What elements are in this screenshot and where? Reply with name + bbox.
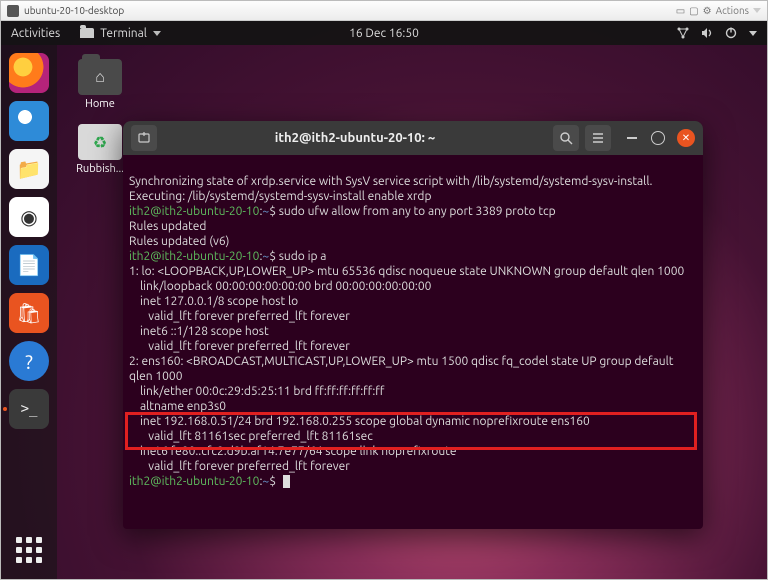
app-menu[interactable]: Terminal [80,27,161,40]
dock-rhythmbox[interactable]: ◉ [9,197,49,237]
vm-actions-caret-icon[interactable] [753,8,761,13]
vm-btn-3-icon[interactable]: ⚙ [703,5,712,17]
hamburger-menu-button[interactable] [585,125,611,151]
terminal-window: ith2@ith2-ubuntu-20-10: ~ ✕ Synchronizin… [123,121,703,529]
line: Rules updated (v6) [129,235,229,248]
volume-icon[interactable] [701,27,713,39]
search-button[interactable] [553,125,579,151]
home-label: Home [85,98,115,110]
gnome-topbar: Activities Terminal 16 Dec 16:50 [1,21,767,45]
new-tab-icon [137,131,151,145]
search-icon [559,131,573,145]
dock-firefox[interactable] [9,53,49,93]
line: Executing: /lib/systemd/systemd-sysv-ins… [129,190,431,203]
line: link/ether 00:0c:29:d5:25:11 brd ff:ff:f… [129,385,384,398]
minimize-button[interactable] [625,131,639,145]
tray-caret-icon[interactable] [749,31,757,36]
new-tab-button[interactable] [131,125,157,151]
command: sudo ip a [276,250,326,263]
trash-label: Rubbish... [76,163,124,175]
prompt-userhost: ith2@ith2-ubuntu-20-10 [129,205,259,218]
line: inet6 fe80::cfc2:d9b:af14:7e77/64 scope … [129,445,457,458]
power-icon[interactable] [725,27,737,39]
line: valid_lft forever preferred_lft forever [129,460,350,473]
line: inet6 ::1/128 scope host [129,325,269,338]
dock-files[interactable]: 📁 [9,149,49,189]
line: Synchronizing state of xrdp.service with… [129,175,652,188]
line: valid_lft 81161sec preferred_lft 81161se… [129,430,373,443]
terminal-app-icon [80,28,94,38]
ubuntu-desktop: Activities Terminal 16 Dec 16:50 📁 ◉ 📄 🛍… [1,21,767,579]
home-folder[interactable]: ⌂ Home [71,59,129,110]
line: link/loopback 00:00:00:00:00:00 brd 00:0… [129,280,431,293]
vm-btn-2-icon[interactable]: ▢ [689,5,698,17]
activities-button[interactable]: Activities [11,27,60,40]
line: inet 192.168.0.51/24 brd 192.168.0.255 s… [129,415,590,428]
vm-icon [7,5,19,17]
prompt-userhost: ith2@ith2-ubuntu-20-10 [129,475,259,488]
line: 1: lo: <LOOPBACK,UP,LOWER_UP> mtu 65536 … [129,265,684,278]
line: 2: ens160: <BROADCAST,MULTICAST,UP,LOWER… [129,355,676,383]
vm-window: ubuntu-20-10-desktop ▭ ▢ ⚙ Actions Activ… [0,0,768,580]
dock-help[interactable]: ? [9,341,49,381]
line: inet 127.0.0.1/8 scope host lo [129,295,298,308]
terminal-headerbar[interactable]: ith2@ith2-ubuntu-20-10: ~ ✕ [123,121,703,155]
cursor [283,475,290,488]
dock-ubuntu-software[interactable]: 🛍 [9,293,49,333]
hamburger-icon [591,131,605,145]
prompt-userhost: ith2@ith2-ubuntu-20-10 [129,250,259,263]
line: valid_lft forever preferred_lft forever [129,340,350,353]
system-tray[interactable] [677,27,757,39]
dock-thunderbird[interactable] [9,101,49,141]
maximize-button[interactable] [651,131,665,145]
command: sudo ufw allow from any to any port 3389… [276,205,556,218]
terminal-title: ith2@ith2-ubuntu-20-10: ~ [163,131,547,145]
trash-icon: ♻ [78,124,122,160]
dock-terminal[interactable]: >_ [9,389,49,429]
home-icon: ⌂ [78,59,122,95]
line: altname enp3s0 [129,400,226,413]
app-menu-label: Terminal [100,27,147,40]
vm-titlebar[interactable]: ubuntu-20-10-desktop ▭ ▢ ⚙ Actions [1,1,767,21]
show-applications-button[interactable] [12,533,46,567]
terminal-body[interactable]: Synchronizing state of xrdp.service with… [123,155,703,529]
vm-actions-label[interactable]: Actions [716,5,749,16]
vm-btn-1-icon[interactable]: ▭ [676,5,685,17]
desktop-icons: ⌂ Home ♻ Rubbish... [71,59,129,175]
vm-title-text: ubuntu-20-10-desktop [24,5,124,16]
line: Rules updated [129,220,206,233]
close-button[interactable]: ✕ [677,129,695,147]
vm-toolbar: ▭ ▢ ⚙ Actions [676,5,761,17]
network-icon[interactable] [677,27,689,39]
dock: 📁 ◉ 📄 🛍 ? >_ [1,45,57,579]
chevron-down-icon [153,31,161,36]
dock-libreoffice-writer[interactable]: 📄 [9,245,49,285]
clock[interactable]: 16 Dec 16:50 [349,27,419,40]
line: valid_lft forever preferred_lft forever [129,310,350,323]
trash-folder[interactable]: ♻ Rubbish... [71,124,129,175]
